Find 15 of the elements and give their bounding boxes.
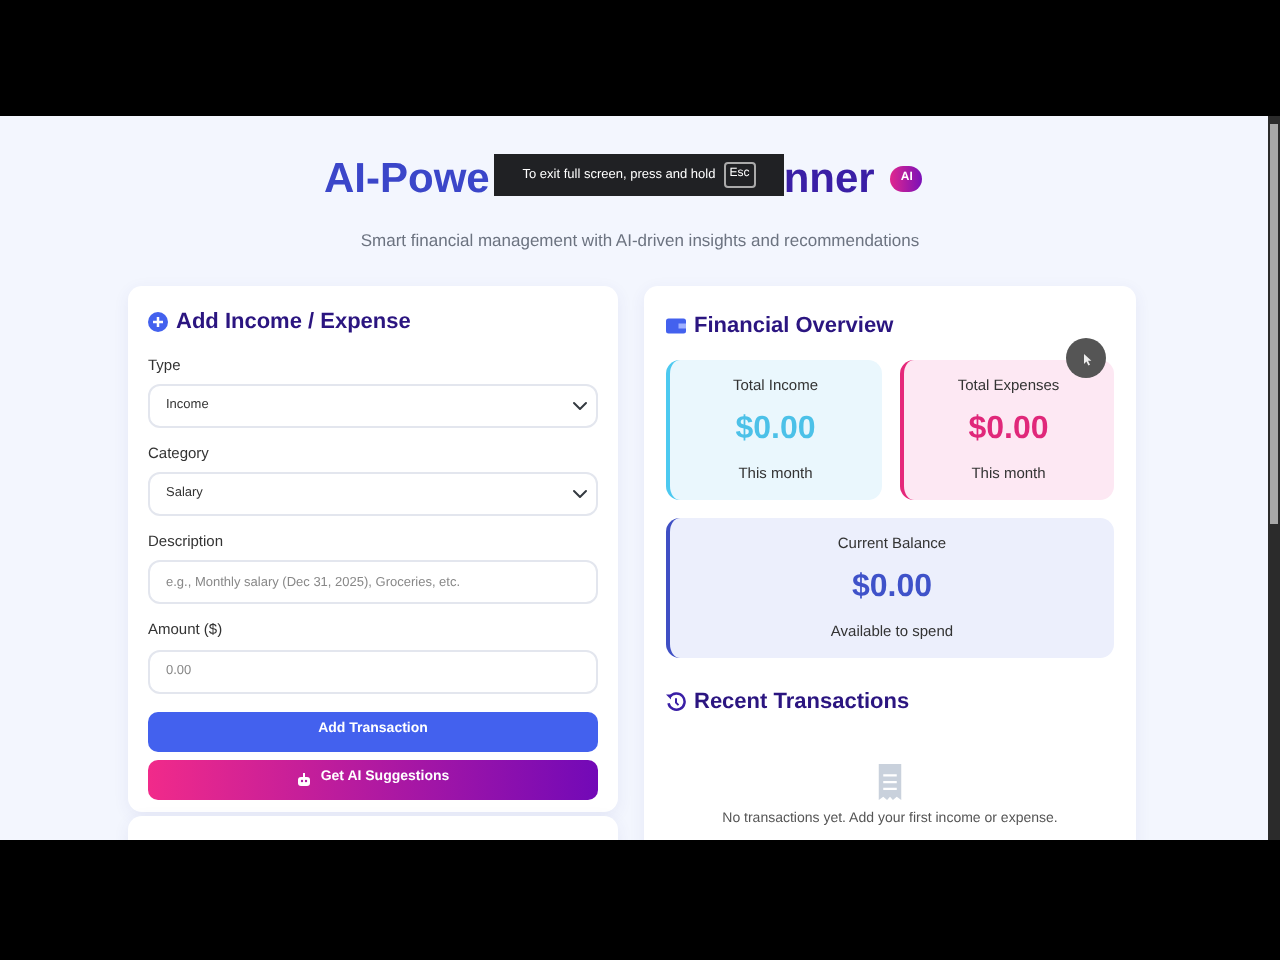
scrollbar[interactable] [1268,116,1280,840]
stat-amount: $0.00 [966,409,1051,449]
stat-amount: $0.00 [849,567,935,607]
subtitle: Smart financial management with AI-driven insights and recommendations [358,227,922,253]
page-title: nner [783,154,875,206]
card-title: Add Income / Expense [176,308,411,338]
card-title: Financial Overview [694,312,894,342]
stat-amount: $0.00 [733,409,818,449]
section-title: Recent Transactions [694,687,910,717]
cursor-icon [1066,338,1106,378]
wallet-icon [666,316,686,337]
plus-icon [148,312,168,333]
page-title: AI-Powe [324,154,490,206]
history-icon [666,691,686,712]
robot-icon [296,771,313,787]
